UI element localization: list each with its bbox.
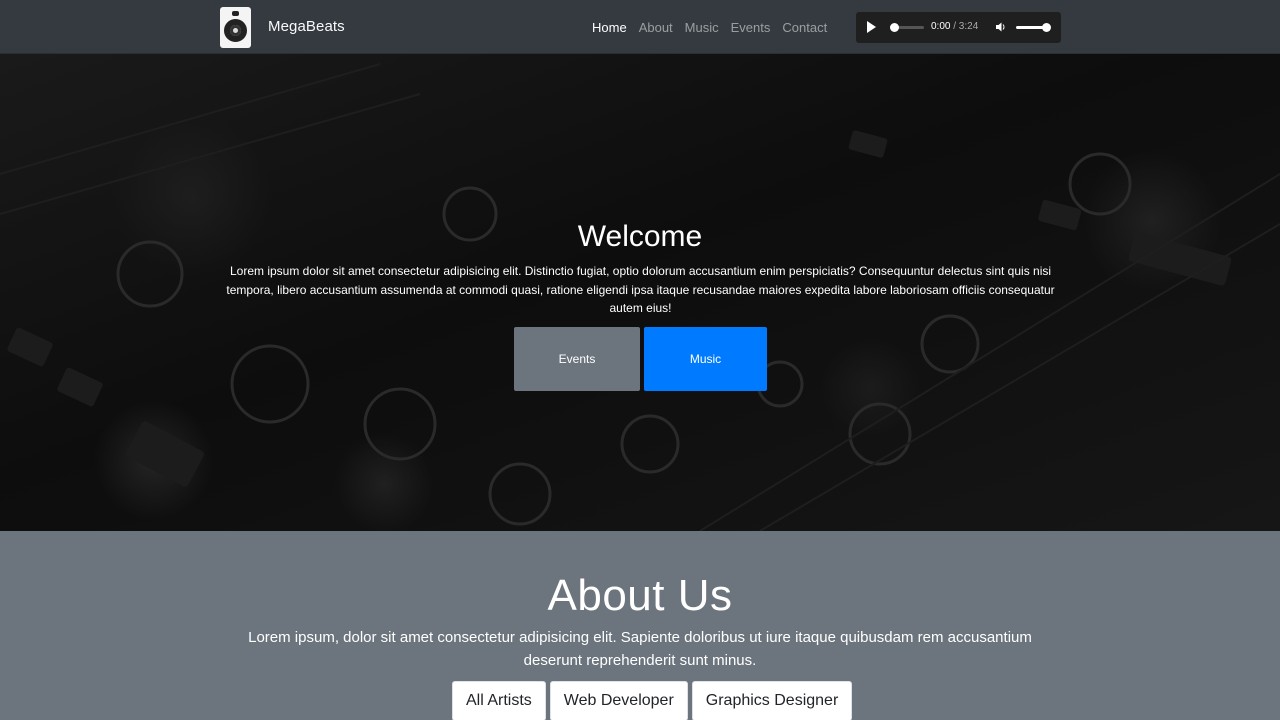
hero-text: Lorem ipsum dolor sit amet consectetur a… bbox=[226, 264, 1055, 315]
filter-all-artists-button[interactable]: All Artists bbox=[452, 681, 546, 720]
volume-thumb[interactable] bbox=[1042, 23, 1051, 32]
speaker-icon[interactable] bbox=[220, 7, 251, 48]
brand-name[interactable]: MegaBeats bbox=[268, 18, 345, 35]
hero-section: Welcome Lorem ipsum dolor sit amet conse… bbox=[0, 54, 1280, 531]
time-display: 0:00 / 3:24 bbox=[931, 21, 978, 32]
seek-thumb[interactable] bbox=[890, 23, 899, 32]
filter-web-developer-button[interactable]: Web Developer bbox=[549, 681, 688, 720]
about-title: About Us bbox=[547, 571, 733, 620]
nav-item-contact[interactable]: Contact bbox=[782, 20, 827, 35]
navbar: MegaBeats Home About Music Events Contac… bbox=[0, 0, 1280, 54]
current-time: 0:00 bbox=[931, 21, 951, 32]
nav-links: Home About Music Events Contact bbox=[592, 20, 839, 35]
nav-item-events[interactable]: Events bbox=[731, 20, 771, 35]
audio-player: 0:00 / 3:24 bbox=[856, 12, 1061, 43]
nav-item-home[interactable]: Home bbox=[592, 20, 627, 35]
events-button[interactable]: Events bbox=[514, 327, 640, 391]
play-icon[interactable] bbox=[867, 21, 876, 33]
filter-graphics-designer-button[interactable]: Graphics Designer bbox=[691, 681, 853, 720]
about-text: Lorem ipsum, dolor sit amet consectetur … bbox=[248, 629, 1032, 669]
duration: / 3:24 bbox=[953, 21, 979, 32]
filter-buttons: All Artists Web Developer Graphics Desig… bbox=[452, 681, 856, 720]
about-section: About Us Lorem ipsum, dolor sit amet con… bbox=[0, 531, 1280, 720]
hero-title: Welcome bbox=[577, 220, 703, 253]
nav-item-about[interactable]: About bbox=[639, 20, 673, 35]
volume-icon[interactable] bbox=[995, 21, 1007, 33]
music-button[interactable]: Music bbox=[644, 327, 767, 391]
nav-item-music[interactable]: Music bbox=[685, 20, 719, 35]
